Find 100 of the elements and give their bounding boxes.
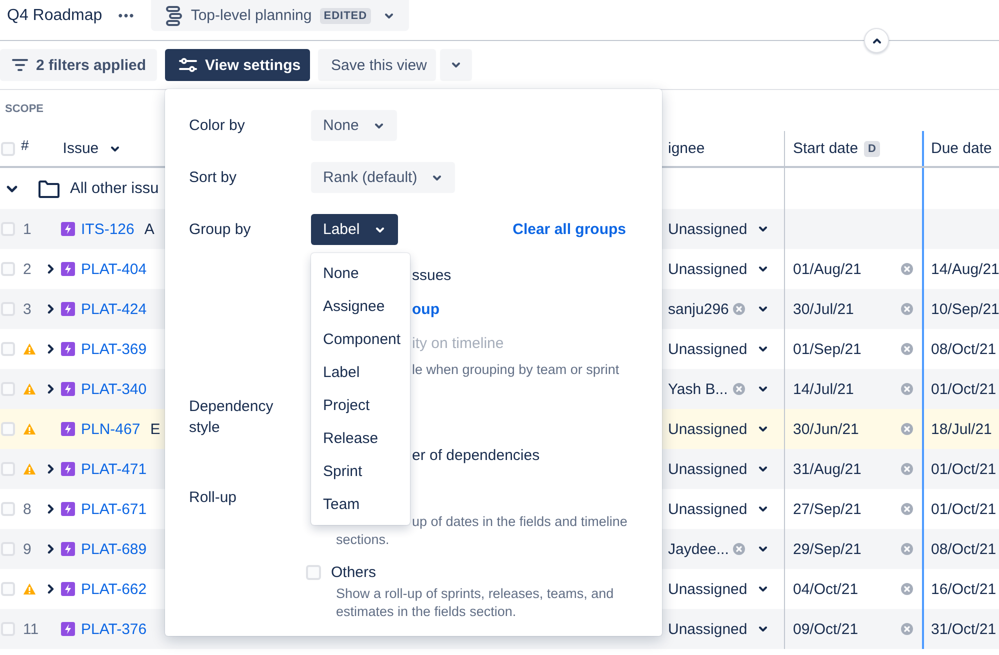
clear-icon[interactable]	[733, 383, 745, 395]
menu-item[interactable]: Project	[311, 389, 410, 422]
select-all-checkbox[interactable]	[1, 142, 15, 156]
view-selector[interactable]: Top-level planning EDITED	[150, 0, 409, 31]
hint-text: sections.	[336, 531, 390, 549]
option-text: ssues	[412, 266, 452, 286]
group-by-select[interactable]: Label	[311, 214, 398, 245]
menu-item[interactable]: Label	[311, 356, 410, 389]
menu-item[interactable]: Component	[311, 323, 410, 356]
clear-icon[interactable]	[901, 503, 913, 515]
clear-icon[interactable]	[901, 463, 913, 475]
view-settings-button[interactable]: View settings	[165, 49, 310, 81]
chevron-right-icon[interactable]	[47, 344, 55, 354]
lightning-icon	[61, 222, 75, 236]
assignee-name: sanju296	[668, 300, 729, 318]
stacked-bars-icon	[166, 6, 182, 26]
row-checkbox[interactable]	[1, 262, 15, 276]
issue-key-link[interactable]: ITS-126	[81, 220, 134, 238]
due-date: 08/Oct/21	[931, 340, 996, 358]
row-checkbox[interactable]	[1, 342, 15, 356]
clear-icon[interactable]	[901, 583, 913, 595]
save-view-button[interactable]: Save this view	[318, 49, 436, 81]
chevron-right-icon[interactable]	[47, 384, 55, 394]
row-checkbox[interactable]	[1, 582, 15, 596]
due-date: 14/Aug/21	[931, 260, 999, 278]
issue-key-link[interactable]: PLAT-369	[81, 340, 147, 358]
color-by-select[interactable]: None	[311, 110, 397, 141]
chevron-right-icon[interactable]	[47, 504, 55, 514]
create-link[interactable]: oup	[412, 293, 440, 327]
row-number: 9	[23, 540, 32, 558]
start-date: 01/Sep/21	[793, 340, 862, 358]
clear-icon[interactable]	[901, 543, 913, 555]
row-number: 2	[23, 260, 32, 278]
chevron-right-icon[interactable]	[47, 304, 55, 314]
start-date: 01/Aug/21	[793, 260, 862, 278]
clear-icon[interactable]	[901, 383, 913, 395]
issue-key-link[interactable]: PLAT-404	[81, 260, 147, 278]
issue-key-link[interactable]: PLAT-471	[81, 460, 147, 478]
due-date: 08/Oct/21	[931, 540, 996, 558]
issue-key-link[interactable]: PLAT-671	[81, 500, 147, 518]
row-checkbox[interactable]	[1, 422, 15, 436]
assignee-column-header: ignee	[668, 140, 705, 157]
due-date: 01/Oct/21	[931, 500, 996, 518]
menu-item[interactable]: Sprint	[311, 455, 410, 488]
due-date: 18/Jul/21	[931, 420, 992, 438]
chevron-down-icon[interactable]	[6, 184, 18, 194]
filters-button[interactable]: 2 filters applied	[0, 49, 157, 81]
row-checkbox[interactable]	[1, 622, 15, 636]
chevron-right-icon[interactable]	[47, 264, 55, 274]
row-checkbox[interactable]	[1, 222, 15, 236]
clear-icon[interactable]	[733, 543, 745, 555]
menu-item[interactable]: Assignee	[311, 290, 410, 323]
row-checkbox[interactable]	[1, 502, 15, 516]
sort-by-select[interactable]: Rank (default)	[311, 162, 456, 193]
clear-icon[interactable]	[901, 263, 913, 275]
more-options-button[interactable]	[440, 49, 472, 81]
row-number: 11	[23, 620, 39, 638]
chevron-right-icon[interactable]	[47, 584, 55, 594]
row-checkbox[interactable]	[1, 302, 15, 316]
issue-column-header[interactable]: Issue	[62, 140, 99, 157]
due-date: 01/Oct/21	[931, 380, 996, 398]
clear-icon[interactable]	[901, 423, 913, 435]
row-checkbox[interactable]	[1, 382, 15, 396]
chevron-right-icon[interactable]	[47, 464, 55, 474]
row-number: 3	[23, 300, 32, 318]
start-date: 27/Sep/21	[793, 500, 862, 518]
clear-icon[interactable]	[901, 623, 913, 635]
color-by-label: Color by	[189, 117, 246, 134]
menu-item[interactable]: None	[311, 257, 410, 290]
issue-summary: A	[144, 220, 154, 238]
assignee-name: Unassigned	[668, 220, 748, 238]
issue-key-link[interactable]: PLAT-662	[81, 580, 147, 598]
issue-key-link[interactable]: PLAT-340	[81, 380, 147, 398]
option-text: ity on timeline	[412, 334, 504, 354]
issue-key-link[interactable]: PLAT-689	[81, 540, 147, 558]
group-by-label: Group by	[189, 221, 252, 238]
edited-badge: EDITED	[320, 8, 372, 24]
row-checkbox[interactable]	[1, 542, 15, 556]
roll-up-label: Roll-up	[189, 488, 238, 508]
menu-item[interactable]: Team	[311, 488, 410, 521]
roadmap-title: Q4 Roadmap	[7, 6, 102, 26]
others-checkbox[interactable]	[306, 564, 321, 580]
clear-all-groups-link[interactable]: Clear all groups	[512, 221, 626, 238]
clear-icon[interactable]	[901, 343, 913, 355]
sort-by-label: Sort by	[189, 169, 238, 186]
issue-key-link[interactable]: PLAT-376	[81, 620, 147, 638]
lightning-icon	[61, 502, 75, 516]
more-button[interactable]: •••	[118, 0, 135, 31]
row-checkbox[interactable]	[1, 462, 15, 476]
start-date-column-header: Start date	[793, 140, 858, 157]
collapse-button[interactable]	[864, 28, 889, 53]
start-date: 30/Jul/21	[793, 300, 854, 318]
start-date: 09/Oct/21	[793, 620, 858, 638]
menu-item[interactable]: Release	[311, 422, 410, 455]
row-number: 8	[23, 500, 32, 518]
clear-icon[interactable]	[901, 303, 913, 315]
issue-key-link[interactable]: PLN-467	[81, 420, 140, 438]
clear-icon[interactable]	[733, 303, 745, 315]
issue-key-link[interactable]: PLAT-424	[81, 300, 147, 318]
chevron-right-icon[interactable]	[47, 544, 55, 554]
